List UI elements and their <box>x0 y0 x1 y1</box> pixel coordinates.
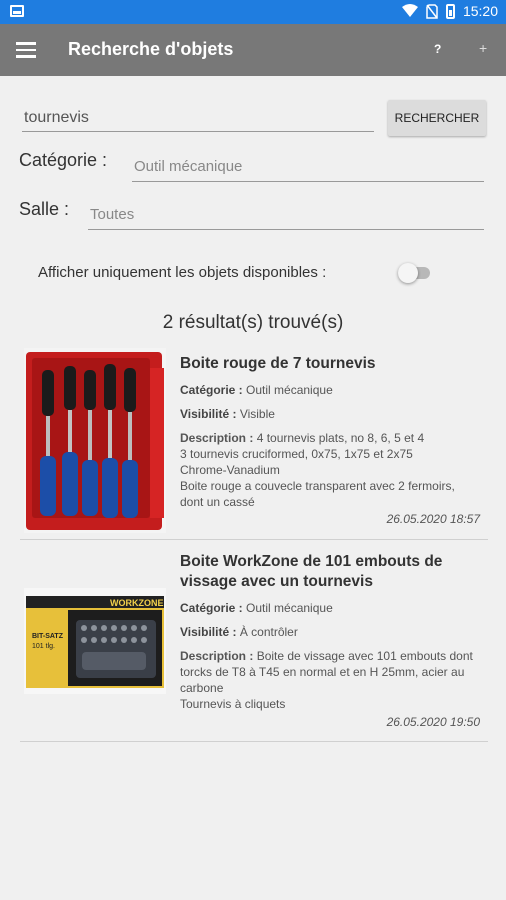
bit-count-label: 101 tlg. <box>32 643 55 650</box>
screwdriver-box-image <box>24 348 166 533</box>
results-count: 2 résultat(s) trouvé(s) <box>162 312 344 333</box>
wifi-icon <box>401 4 418 17</box>
status-time: 15:20 <box>462 3 498 19</box>
available-only-label: Afficher uniquement les objets disponibl… <box>38 264 327 281</box>
page-title: Recherche d'objets <box>68 39 234 59</box>
bit-set-box-image: WORKZONE BIT-SATZ 101 tlg. <box>24 588 166 694</box>
add-button[interactable]: + <box>479 40 487 56</box>
app-toolbar: Recherche d'objets ? + <box>0 24 506 76</box>
room-select[interactable]: Toutes <box>88 200 484 230</box>
result-image <box>24 348 166 533</box>
status-bar: 15:20 <box>0 0 506 24</box>
battery-icon <box>445 3 455 19</box>
result-item[interactable]: Boite rouge de 7 tournevis Catégorie : O… <box>20 340 488 540</box>
result-visibility: Visibilité : À contrôler <box>180 625 298 639</box>
no-sim-icon <box>426 3 438 19</box>
result-image: WORKZONE BIT-SATZ 101 tlg. <box>24 588 166 694</box>
result-category: Catégorie : Outil mécanique <box>180 383 333 397</box>
result-info: Boite rouge de 7 tournevis Catégorie : O… <box>180 354 480 510</box>
bit-set-label: BIT-SATZ <box>32 633 64 640</box>
result-info: Boite WorkZone de 101 embouts de vissage… <box>180 552 480 712</box>
result-date: 26.05.2020 18:57 <box>386 512 480 526</box>
category-label: Catégorie : <box>19 150 108 170</box>
screen-icon <box>10 5 24 17</box>
workzone-logo-text: WORKZONE <box>110 598 164 608</box>
category-select[interactable]: Outil mécanique <box>132 152 484 182</box>
room-label: Salle : <box>19 199 70 219</box>
menu-icon[interactable] <box>16 42 36 58</box>
result-name: Boite rouge de 7 tournevis <box>180 355 376 372</box>
result-visibility: Visibilité : Visible <box>180 407 275 421</box>
result-item[interactable]: WORKZONE BIT-SATZ 101 tlg. Boite WorkZon… <box>20 540 488 742</box>
available-only-toggle[interactable] <box>398 263 430 283</box>
search-input[interactable] <box>22 104 374 132</box>
search-button[interactable]: RECHERCHER <box>388 100 486 136</box>
result-date: 26.05.2020 19:50 <box>386 715 480 729</box>
result-name: Boite WorkZone de 101 embouts de vissage… <box>180 553 443 590</box>
result-description: Description : Boite de vissage avec 101 … <box>180 649 473 711</box>
result-category: Catégorie : Outil mécanique <box>180 601 333 615</box>
result-description: Description : 4 tournevis plats, no 8, 6… <box>180 431 455 509</box>
help-button[interactable]: ? <box>434 42 441 56</box>
